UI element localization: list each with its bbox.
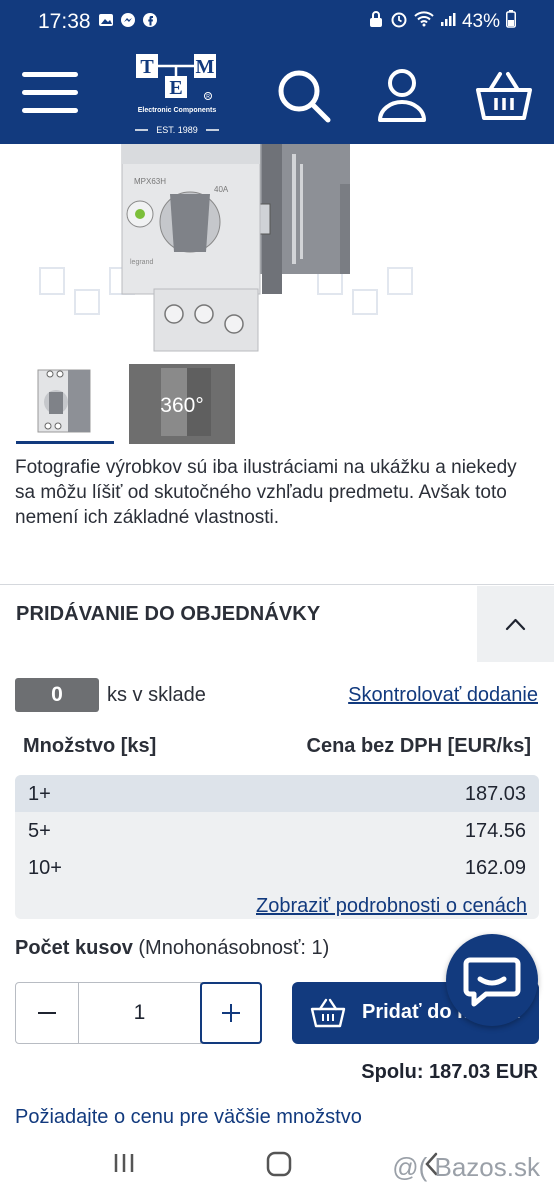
chat-button[interactable] — [446, 934, 538, 1026]
system-nav-bar: @( Bazos.sk — [0, 1126, 554, 1200]
quantity-column-header: Množstvo [ks] — [23, 735, 157, 757]
recent-apps-icon[interactable] — [110, 1152, 138, 1174]
svg-text:E: E — [169, 77, 182, 99]
quantity-stepper: 1 — [15, 982, 262, 1044]
collapse-button[interactable] — [477, 586, 554, 662]
messenger-icon — [120, 12, 136, 28]
quantity-label-bold: Počet kusov — [15, 937, 133, 959]
chat-icon — [463, 957, 521, 1007]
cart-icon[interactable] — [474, 66, 534, 126]
price-row-qty: 10+ — [28, 857, 62, 879]
svg-text:T: T — [140, 56, 154, 78]
thumbnail-360[interactable]: 360° — [129, 364, 235, 444]
chevron-up-icon — [505, 618, 526, 631]
svg-text:Electronic Components: Electronic Components — [138, 107, 217, 114]
wifi-icon — [414, 11, 434, 33]
price-row-price: 187.03 — [464, 783, 526, 805]
svg-text:M: M — [196, 56, 215, 78]
image-disclaimer: Fotografie výrobkov sú iba ilustráciami … — [15, 457, 517, 528]
svg-text:legrand: legrand — [130, 259, 153, 266]
order-section-title: PRIDÁVANIE DO OBJEDNÁVKY — [16, 603, 321, 625]
cart-icon — [310, 998, 346, 1028]
price-row-qty: 5+ — [28, 820, 51, 842]
home-icon[interactable] — [265, 1150, 293, 1178]
section-divider — [0, 584, 554, 585]
price-row-price: 174.56 — [464, 820, 526, 842]
stock-count-badge: 0 — [15, 678, 99, 712]
product-model-text: MPX63H — [134, 177, 166, 186]
price-table: 1+ 187.03 5+ 174.56 10+ 162.09 Zobraziť … — [15, 775, 539, 919]
alarm-icon — [390, 10, 408, 34]
svg-text:R: R — [206, 94, 210, 100]
site-header: T M E R Electronic Components EST. 1989 — [0, 44, 554, 144]
increment-button[interactable] — [200, 982, 262, 1044]
check-delivery-link[interactable]: Skontrolovať dodanie — [348, 684, 538, 707]
label-360: 360° — [160, 394, 204, 417]
search-icon[interactable] — [274, 66, 334, 126]
bazos-watermark: @( Bazos.sk — [392, 1152, 540, 1182]
price-row-price: 162.09 — [464, 857, 526, 879]
thumbnail-photo[interactable] — [16, 364, 114, 444]
product-rating-text: 40A — [214, 185, 229, 194]
svg-text:EST. 1989: EST. 1989 — [156, 125, 198, 135]
price-column-header: Cena bez DPH [EUR/ks] — [306, 735, 532, 757]
notification-icons — [98, 12, 158, 28]
quantity-input[interactable]: 1 — [78, 983, 201, 1043]
decrement-button[interactable] — [16, 983, 78, 1043]
quantity-label-multiplicity: (Mnohonásobnosť: 1) — [132, 937, 330, 959]
tme-logo[interactable]: T M E R Electronic Components EST. 1989 — [130, 52, 225, 138]
product-image[interactable]: MPX63H 40A legrand — [0, 144, 554, 356]
status-bar: 17:38 43% — [0, 0, 554, 44]
stock-label: ks v sklade — [107, 684, 206, 706]
battery-percent: 43% — [461, 11, 500, 32]
lock-icon — [368, 10, 384, 34]
price-details-link[interactable]: Zobraziť podrobnosti o cenách — [256, 895, 527, 918]
signal-icon — [440, 11, 456, 33]
table-row: 10+ 162.09 — [15, 849, 539, 886]
large-quantity-quote-link[interactable]: Požiadajte o cenu pre väčšie množstvo — [15, 1106, 362, 1128]
user-icon[interactable] — [372, 66, 432, 126]
status-time: 17:38 — [38, 10, 91, 33]
battery-icon — [506, 10, 516, 34]
gallery-icon — [98, 12, 114, 28]
table-row: 5+ 174.56 — [15, 812, 539, 849]
menu-icon[interactable] — [22, 72, 78, 116]
system-icons: 43% — [368, 10, 516, 34]
quantity-label: Počet kusov (Mnohonásobnosť: 1) — [15, 937, 329, 960]
order-total: Spolu: 187.03 EUR — [361, 1061, 538, 1083]
price-row-qty: 1+ — [28, 783, 51, 805]
facebook-icon — [142, 12, 158, 28]
table-row: 1+ 187.03 — [15, 775, 539, 812]
